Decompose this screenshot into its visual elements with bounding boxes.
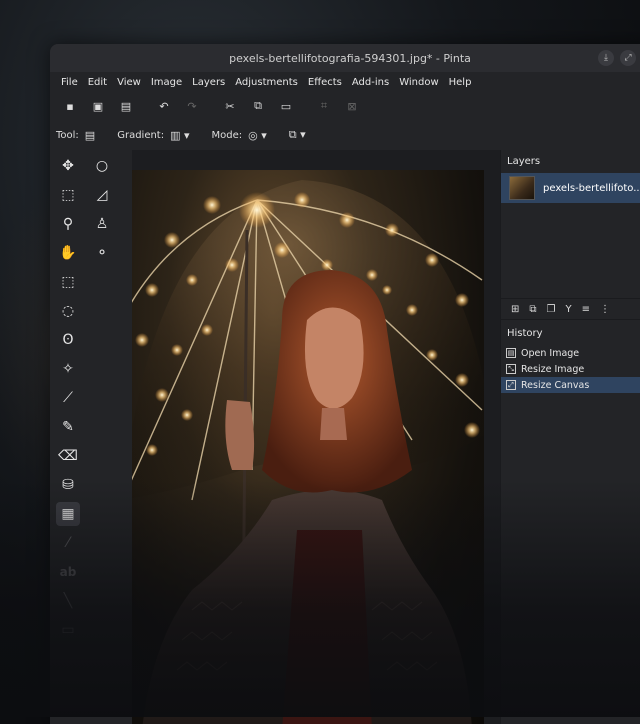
layers-panel-title: Layers: [507, 156, 541, 167]
new-file-icon[interactable]: ▪: [58, 95, 82, 117]
pan-icon[interactable]: ✋: [56, 241, 80, 265]
gradient-tool-icon[interactable]: ▤: [85, 129, 95, 142]
history-item-label: Resize Canvas: [521, 379, 590, 391]
save-icon[interactable]: ▤: [114, 95, 138, 117]
more-options-icon[interactable]: ⋮: [600, 304, 610, 315]
gradient-icon[interactable]: ▦: [56, 502, 80, 526]
tools-palette: ✥ ○ ⬚ ◿ ⚲ ♙ ✋ ⚬ ⬚ ◌ ʘ ✧ ⟋ ✎ ⌫ ⛁ ▦ ⁄ ab ╲…: [50, 150, 130, 724]
merge-layer-down-icon[interactable]: Y: [566, 304, 572, 315]
rectangle-icon[interactable]: ▭: [56, 618, 80, 642]
resize-canvas-icon: ⤢: [506, 380, 516, 390]
redo-icon[interactable]: ↷: [180, 95, 204, 117]
menu-bar: File Edit View Image Layers Adjustments …: [50, 72, 640, 92]
resize-image-icon: ⤡: [506, 364, 516, 374]
photo-artwork: [132, 180, 484, 724]
layer-name: pexels-bertellifoto...: [543, 182, 640, 194]
title-bar: pexels-bertellifotografia-594301.jpg* - …: [50, 44, 640, 72]
paint-bucket-icon[interactable]: ⛁: [56, 473, 80, 497]
download-icon[interactable]: ⤓: [598, 50, 614, 66]
layer-properties-icon[interactable]: ≡: [582, 304, 590, 315]
maximize-icon[interactable]: ⤢: [620, 50, 636, 66]
canvas-area[interactable]: [132, 150, 502, 724]
eraser-icon[interactable]: ⌫: [56, 444, 80, 468]
text-icon[interactable]: ab: [56, 560, 80, 584]
paste-icon[interactable]: ▭: [274, 95, 298, 117]
gradient-label: Gradient:: [117, 129, 165, 141]
move-selected-icon[interactable]: ✥: [56, 154, 80, 178]
freeform-shape-icon[interactable]: ◿: [90, 183, 114, 207]
paintbrush-icon[interactable]: ⟋: [56, 386, 80, 410]
window-controls: ⤓ ⤢: [598, 50, 636, 66]
right-panels: Layers pexels-bertellifoto... ⊞ ⧉ ❐ Y ≡ …: [500, 150, 640, 724]
open-image-icon: ▤: [506, 348, 516, 358]
menu-add-ins[interactable]: Add-ins: [347, 77, 394, 88]
deselect-icon[interactable]: ⊠: [340, 95, 364, 117]
menu-help[interactable]: Help: [444, 77, 477, 88]
layer-actions-bar: ⊞ ⧉ ❐ Y ≡ ⋮: [501, 298, 640, 320]
tool-options-bar: Tool: ▤ Gradient: ▥ ▾ Mode: ◎ ▾ ⧉ ▾: [50, 120, 640, 150]
pencil-icon[interactable]: ✎: [56, 415, 80, 439]
move-selection-icon[interactable]: ⬚: [56, 183, 80, 207]
new-screenshot-icon[interactable]: ▣: [86, 95, 110, 117]
window-title: pexels-bertellifotografia-594301.jpg* - …: [229, 51, 471, 65]
copy-layer-icon[interactable]: ❐: [547, 304, 556, 315]
magic-wand-icon[interactable]: ✧: [56, 357, 80, 381]
menu-image[interactable]: Image: [146, 77, 187, 88]
color-picker-icon[interactable]: ⁄: [56, 531, 80, 555]
zoom-icon[interactable]: ⚲: [56, 212, 80, 236]
ellipse-select-icon[interactable]: ◌: [56, 299, 80, 323]
blend-dropdown-icon[interactable]: ⧉ ▾: [289, 128, 306, 142]
image-canvas[interactable]: [132, 170, 484, 724]
copy-icon[interactable]: ⧉: [246, 95, 270, 117]
menu-adjustments[interactable]: Adjustments: [230, 77, 303, 88]
history-panel: History ▤ Open Image ⤡ Resize Image ⤢ Re…: [501, 322, 640, 393]
tool-label: Tool:: [56, 129, 79, 141]
menu-layers[interactable]: Layers: [187, 77, 230, 88]
menu-window[interactable]: Window: [394, 77, 443, 88]
mode-dropdown-icon[interactable]: ◎ ▾: [248, 129, 267, 142]
history-item-label: Resize Image: [521, 363, 585, 375]
lasso-select-icon[interactable]: ʘ: [56, 328, 80, 352]
history-item-resize-canvas[interactable]: ⤢ Resize Canvas: [501, 377, 640, 393]
line-icon[interactable]: ╲: [56, 589, 80, 613]
recolor-icon[interactable]: ⚬: [90, 241, 114, 265]
layer-thumbnail: [509, 176, 535, 200]
clone-stamp-icon[interactable]: ♙: [90, 212, 114, 236]
ellipse-icon[interactable]: ○: [90, 154, 114, 178]
history-item-label: Open Image: [521, 347, 580, 359]
menu-file[interactable]: File: [56, 77, 83, 88]
mode-label: Mode:: [211, 129, 243, 141]
history-panel-title: History: [507, 328, 543, 339]
history-item-open-image[interactable]: ▤ Open Image: [501, 345, 640, 361]
menu-effects[interactable]: Effects: [303, 77, 347, 88]
main-toolbar: ▪ ▣ ▤ ↶ ↷ ✂ ⧉ ▭ ⌗ ⊠: [50, 92, 640, 120]
gradient-type-dropdown-icon[interactable]: ▥ ▾: [170, 129, 189, 142]
rectangle-select-icon[interactable]: ⬚: [56, 270, 80, 294]
history-item-resize-image[interactable]: ⤡ Resize Image: [501, 361, 640, 377]
pinta-window: pexels-bertellifotografia-594301.jpg* - …: [50, 44, 640, 724]
crop-icon[interactable]: ⌗: [312, 95, 336, 117]
duplicate-layer-icon[interactable]: ⧉: [529, 304, 536, 315]
add-layer-icon[interactable]: ⊞: [511, 304, 519, 315]
menu-edit[interactable]: Edit: [83, 77, 112, 88]
menu-view[interactable]: View: [112, 77, 146, 88]
cut-icon[interactable]: ✂: [218, 95, 242, 117]
layer-item[interactable]: pexels-bertellifoto...: [501, 173, 640, 203]
undo-icon[interactable]: ↶: [152, 95, 176, 117]
